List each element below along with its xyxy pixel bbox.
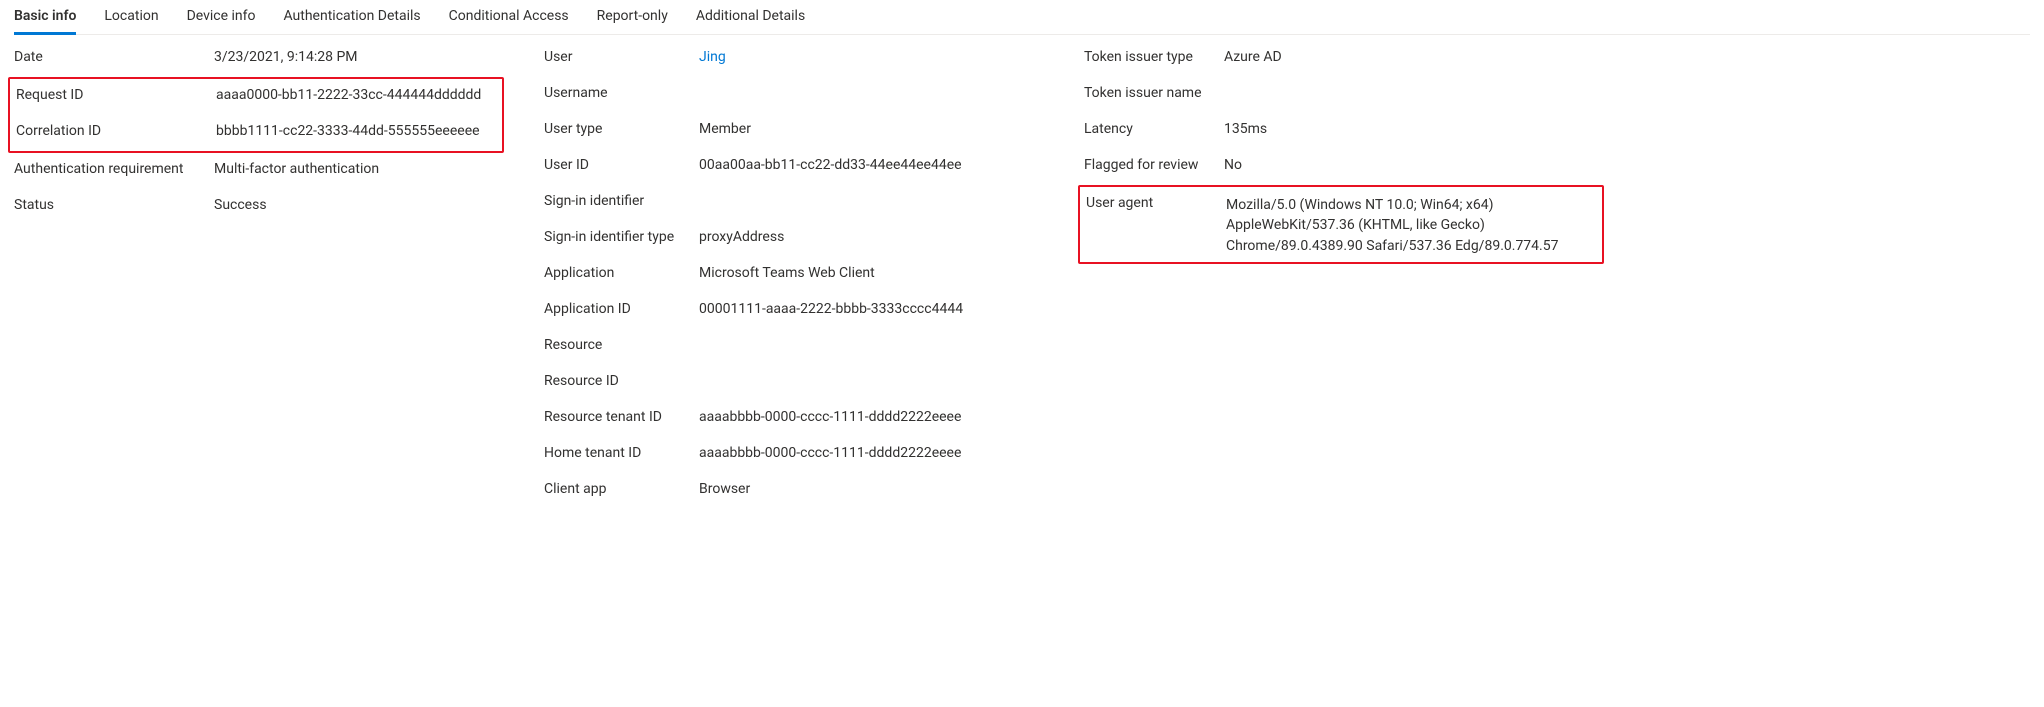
tab-additional-details[interactable]: Additional Details — [696, 0, 805, 34]
label-signin-identifier: Sign-in identifier — [544, 193, 699, 209]
label-application-id: Application ID — [544, 301, 699, 317]
tab-conditional-access[interactable]: Conditional Access — [449, 0, 569, 34]
label-flagged-for-review: Flagged for review — [1084, 157, 1224, 173]
label-token-issuer-type: Token issuer type — [1084, 49, 1224, 65]
field-resource: Resource — [544, 329, 1044, 365]
value-user-agent: Mozilla/5.0 (Windows NT 10.0; Win64; x64… — [1226, 195, 1602, 256]
value-client-app: Browser — [699, 481, 1044, 497]
label-username: Username — [544, 85, 699, 101]
field-signin-identifier-type: Sign-in identifier type proxyAddress — [544, 221, 1044, 257]
value-date: 3/23/2021, 9:14:28 PM — [214, 49, 504, 65]
label-latency: Latency — [1084, 121, 1224, 137]
label-user-agent: User agent — [1086, 195, 1226, 211]
label-user-type: User type — [544, 121, 699, 137]
label-resource-tenant-id: Resource tenant ID — [544, 409, 699, 425]
highlight-user-agent-box: User agent Mozilla/5.0 (Windows NT 10.0;… — [1078, 185, 1604, 264]
field-flagged-for-review: Flagged for review No — [1084, 149, 1604, 185]
field-user-id: User ID 00aa00aa-bb11-cc22-dd33-44ee44ee… — [544, 149, 1044, 185]
label-date: Date — [14, 49, 214, 65]
tab-device-info[interactable]: Device info — [187, 0, 256, 34]
value-status: Success — [214, 197, 504, 213]
value-user-type: Member — [699, 121, 1044, 137]
highlight-ids-box: Request ID aaaa0000-bb11-2222-33cc-44444… — [8, 77, 504, 153]
field-correlation-id: Correlation ID bbbb1111-cc22-3333-44dd-5… — [16, 115, 502, 151]
field-resource-tenant-id: Resource tenant ID aaaabbbb-0000-cccc-11… — [544, 401, 1044, 437]
label-correlation-id: Correlation ID — [16, 123, 216, 139]
field-signin-identifier: Sign-in identifier — [544, 185, 1044, 221]
value-token-issuer-type: Azure AD — [1224, 49, 1604, 65]
column-left: Date 3/23/2021, 9:14:28 PM Request ID aa… — [14, 41, 504, 225]
label-status: Status — [14, 197, 214, 213]
label-user-id: User ID — [544, 157, 699, 173]
value-auth-requirement: Multi-factor authentication — [214, 161, 504, 177]
field-latency: Latency 135ms — [1084, 113, 1604, 149]
value-signin-identifier-type: proxyAddress — [699, 229, 1044, 245]
link-user[interactable]: Jing — [699, 49, 1044, 65]
label-client-app: Client app — [544, 481, 699, 497]
field-token-issuer-type: Token issuer type Azure AD — [1084, 41, 1604, 77]
label-auth-requirement: Authentication requirement — [14, 161, 214, 177]
field-request-id: Request ID aaaa0000-bb11-2222-33cc-44444… — [16, 79, 502, 115]
field-home-tenant-id: Home tenant ID aaaabbbb-0000-cccc-1111-d… — [544, 437, 1044, 473]
field-client-app: Client app Browser — [544, 473, 1044, 509]
value-user-id: 00aa00aa-bb11-cc22-dd33-44ee44ee44ee — [699, 157, 1044, 173]
value-correlation-id: bbbb1111-cc22-3333-44dd-555555eeeeee — [216, 123, 502, 139]
label-resource: Resource — [544, 337, 699, 353]
value-application: Microsoft Teams Web Client — [699, 265, 1044, 281]
value-resource-tenant-id: aaaabbbb-0000-cccc-1111-dddd2222eeee — [699, 409, 1044, 425]
tab-basic-info[interactable]: Basic info — [14, 0, 76, 34]
value-latency: 135ms — [1224, 121, 1604, 137]
label-signin-identifier-type: Sign-in identifier type — [544, 229, 699, 245]
field-date: Date 3/23/2021, 9:14:28 PM — [14, 41, 504, 77]
value-request-id: aaaa0000-bb11-2222-33cc-444444dddddd — [216, 87, 502, 103]
field-username: Username — [544, 77, 1044, 113]
tab-report-only[interactable]: Report-only — [597, 0, 668, 34]
field-user-type: User type Member — [544, 113, 1044, 149]
value-flagged-for-review: No — [1224, 157, 1604, 173]
tab-location[interactable]: Location — [104, 0, 158, 34]
column-middle: User Jing Username User type Member User… — [544, 41, 1044, 509]
field-application: Application Microsoft Teams Web Client — [544, 257, 1044, 293]
field-status: Status Success — [14, 189, 504, 225]
field-resource-id: Resource ID — [544, 365, 1044, 401]
label-application: Application — [544, 265, 699, 281]
field-auth-requirement: Authentication requirement Multi-factor … — [14, 153, 504, 189]
label-home-tenant-id: Home tenant ID — [544, 445, 699, 461]
field-user: User Jing — [544, 41, 1044, 77]
value-application-id: 00001111-aaaa-2222-bbbb-3333cccc4444 — [699, 301, 1044, 317]
field-token-issuer-name: Token issuer name — [1084, 77, 1604, 113]
label-token-issuer-name: Token issuer name — [1084, 85, 1224, 101]
value-home-tenant-id: aaaabbbb-0000-cccc-1111-dddd2222eeee — [699, 445, 1044, 461]
field-application-id: Application ID 00001111-aaaa-2222-bbbb-3… — [544, 293, 1044, 329]
label-resource-id: Resource ID — [544, 373, 699, 389]
label-request-id: Request ID — [16, 87, 216, 103]
label-user: User — [544, 49, 699, 65]
column-right: Token issuer type Azure AD Token issuer … — [1084, 41, 1604, 264]
tab-authentication-details[interactable]: Authentication Details — [283, 0, 420, 34]
details-tabs: Basic info Location Device info Authenti… — [14, 0, 2030, 35]
